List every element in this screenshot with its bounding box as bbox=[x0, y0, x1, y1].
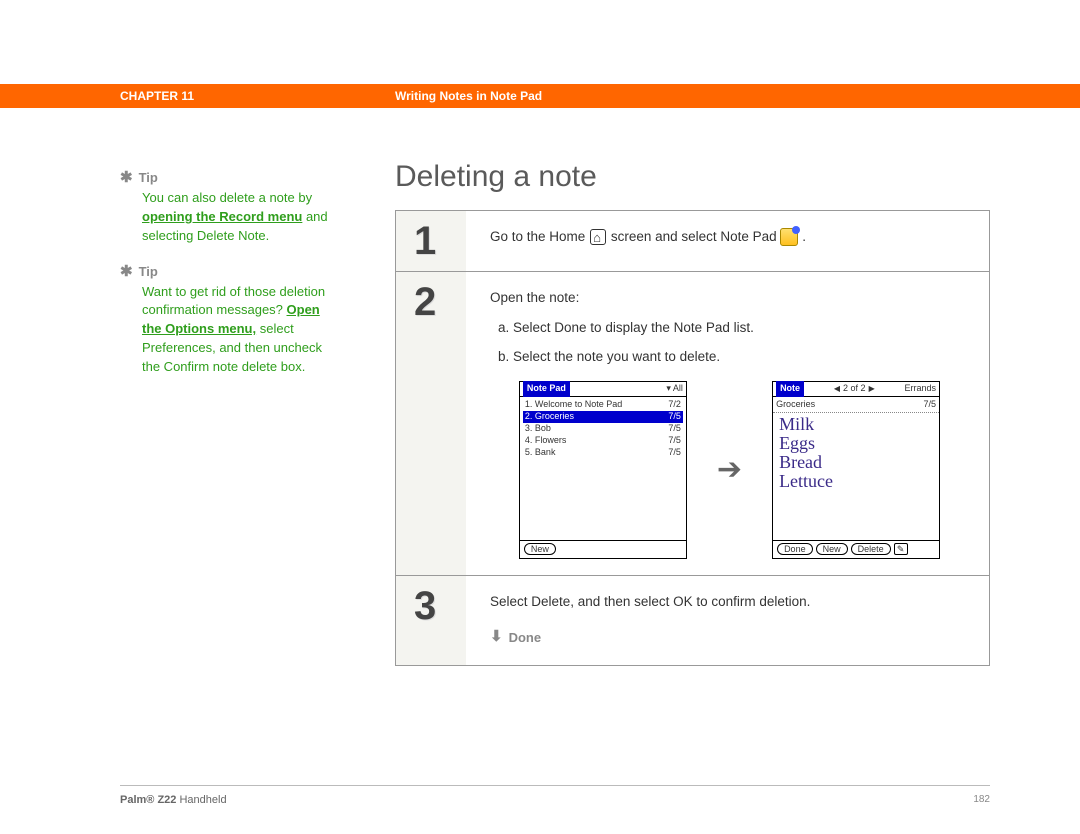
palm-footer: Done New Delete ✎ bbox=[773, 540, 939, 558]
nav-prev-icon[interactable]: ◀ bbox=[834, 383, 840, 395]
list-item[interactable]: 1. Welcome to Note Pad7/2 bbox=[523, 399, 683, 411]
done-indicator: ⬇ Done bbox=[490, 626, 969, 649]
footer-divider bbox=[120, 785, 990, 786]
note-date: 7/5 bbox=[924, 398, 937, 412]
palm-category[interactable]: Errands bbox=[905, 382, 937, 396]
tip-label: Tip bbox=[139, 170, 158, 185]
step-2-substeps: a. Select Done to display the Note Pad l… bbox=[498, 318, 969, 367]
palm-notepad-list: Note Pad ▾All 1. Welcome to Note Pad7/2 … bbox=[519, 381, 687, 559]
step-1: 1 Go to the Home screen and select Note … bbox=[396, 211, 989, 272]
step-number: 3 bbox=[396, 576, 466, 665]
tip-2: ✱ Tip Want to get rid of those deletion … bbox=[120, 264, 330, 377]
arrow-right-icon: ➔ bbox=[717, 447, 742, 492]
home-icon bbox=[589, 228, 607, 246]
header-bar: CHAPTER 11 Writing Notes in Note Pad bbox=[0, 84, 1080, 108]
tip-heading: ✱ Tip bbox=[120, 264, 330, 279]
chapter-label: CHAPTER 11 bbox=[120, 89, 194, 103]
palm-filter[interactable]: ▾All bbox=[666, 382, 683, 396]
tip-1-body: You can also delete a note by opening th… bbox=[120, 189, 330, 246]
palm-footer: New bbox=[520, 540, 686, 558]
done-label: Done bbox=[509, 628, 542, 648]
palm-app-title: Note bbox=[776, 381, 804, 397]
step-1-content: Go to the Home screen and select Note Pa… bbox=[466, 211, 989, 271]
asterisk-icon: ✱ bbox=[120, 170, 133, 185]
palm-delete-button[interactable]: Delete bbox=[851, 543, 891, 555]
palm-done-button[interactable]: Done bbox=[777, 543, 813, 555]
note-meta: Groceries 7/5 bbox=[773, 397, 939, 414]
step-3: 3 Select Delete, and then select OK to c… bbox=[396, 576, 989, 665]
record-menu-link[interactable]: opening the Record menu bbox=[142, 209, 302, 224]
sidebar-tips: ✱ Tip You can also delete a note by open… bbox=[120, 170, 330, 395]
nav-next-icon[interactable]: ▶ bbox=[869, 383, 875, 395]
tip-2-body: Want to get rid of those deletion confir… bbox=[120, 283, 330, 377]
palm-app-title: Note Pad bbox=[523, 381, 570, 397]
page-title: Deleting a note bbox=[395, 160, 990, 194]
step-3-text: Select Delete, and then select OK to con… bbox=[490, 592, 969, 612]
palm-titlebar: Note ◀2 of 2▶ Errands bbox=[773, 382, 939, 397]
substep-b: b. Select the note you want to delete. bbox=[498, 347, 969, 367]
step-2-intro: Open the note: bbox=[490, 288, 969, 308]
asterisk-icon: ✱ bbox=[120, 264, 133, 279]
main-content: Deleting a note 1 Go to the Home screen … bbox=[395, 160, 990, 666]
palm-note-canvas[interactable]: Milk Eggs Bread Lettuce bbox=[773, 413, 939, 540]
step-2: 2 Open the note: a. Select Done to displ… bbox=[396, 272, 989, 576]
palm-titlebar: Note Pad ▾All bbox=[520, 382, 686, 397]
down-arrow-icon: ⬇ bbox=[490, 626, 503, 649]
palm-new-button[interactable]: New bbox=[524, 543, 556, 555]
step-3-content: Select Delete, and then select OK to con… bbox=[466, 576, 989, 665]
palm-new-button[interactable]: New bbox=[816, 543, 848, 555]
pen-icon[interactable]: ✎ bbox=[894, 543, 908, 555]
tip-1: ✱ Tip You can also delete a note by open… bbox=[120, 170, 330, 246]
substep-a: a. Select Done to display the Note Pad l… bbox=[498, 318, 969, 338]
note-name: Groceries bbox=[776, 398, 815, 412]
palm-list-body: 1. Welcome to Note Pad7/2 2. Groceries7/… bbox=[520, 397, 686, 540]
section-title: Writing Notes in Note Pad bbox=[395, 89, 542, 103]
step-2-content: Open the note: a. Select Done to display… bbox=[466, 272, 989, 575]
tip-label: Tip bbox=[139, 264, 158, 279]
footer-product: Palm® Z22 Handheld bbox=[120, 794, 227, 806]
tip-heading: ✱ Tip bbox=[120, 170, 330, 185]
step-number: 1 bbox=[396, 211, 466, 271]
palm-screenshots: Note Pad ▾All 1. Welcome to Note Pad7/2 … bbox=[490, 381, 969, 559]
palm-nav[interactable]: ◀2 of 2▶ bbox=[834, 382, 875, 396]
dropdown-caret-icon: ▾ bbox=[666, 383, 671, 393]
step-number: 2 bbox=[396, 272, 466, 575]
page-number: 182 bbox=[973, 794, 990, 805]
list-item[interactable]: 5. Bank7/5 bbox=[523, 447, 683, 459]
steps-table: 1 Go to the Home screen and select Note … bbox=[395, 210, 990, 666]
list-item-selected[interactable]: 2. Groceries7/5 bbox=[523, 411, 683, 423]
list-item[interactable]: 4. Flowers7/5 bbox=[523, 435, 683, 447]
notepad-app-icon bbox=[780, 228, 798, 246]
palm-note-detail: Note ◀2 of 2▶ Errands Groceries 7/5 Milk… bbox=[772, 381, 940, 559]
list-item[interactable]: 3. Bob7/5 bbox=[523, 423, 683, 435]
